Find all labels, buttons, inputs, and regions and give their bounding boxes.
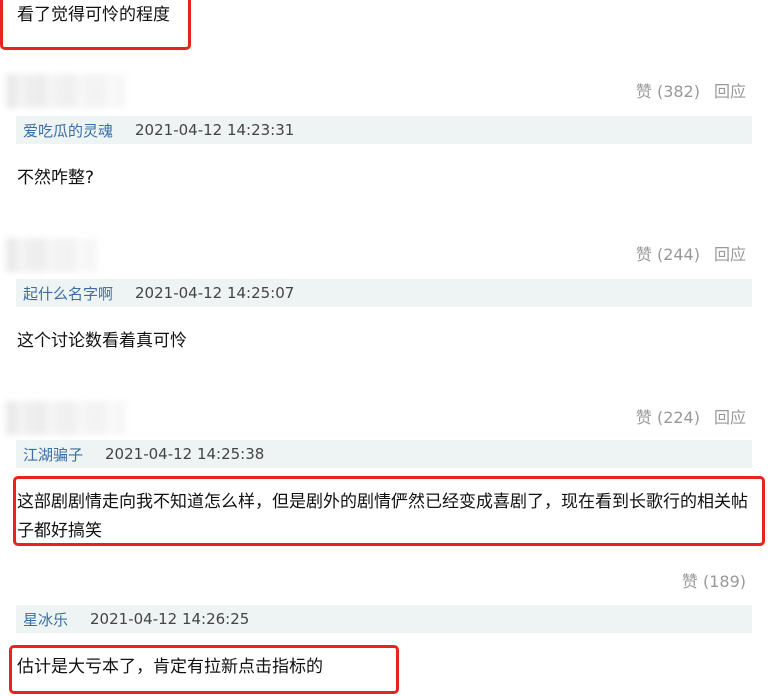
reply-button[interactable]: 回应 <box>714 245 746 265</box>
comment-text: 不然咋整? <box>17 168 95 188</box>
comment-actions: 赞 (189) <box>682 572 746 592</box>
blurred-avatar <box>6 401 126 435</box>
comment-actions: 赞 (382) 回应 <box>636 82 746 102</box>
comment-timestamp: 2021-04-12 14:25:07 <box>135 284 295 302</box>
highlight-box <box>0 0 191 50</box>
blurred-avatar <box>6 74 126 108</box>
comment-meta-bar: 起什么名字啊 2021-04-12 14:25:07 <box>16 279 752 307</box>
like-button[interactable]: 赞 (382) <box>636 82 700 102</box>
comment-actions: 赞 (244) 回应 <box>636 245 746 265</box>
highlight-box <box>13 476 765 546</box>
reply-button[interactable]: 回应 <box>714 408 746 428</box>
like-button[interactable]: 赞 (244) <box>636 245 700 265</box>
comment-text: 这个讨论数看着真可怜 <box>17 331 187 351</box>
comment-username[interactable]: 起什么名字啊 <box>23 283 113 304</box>
comment-timestamp: 2021-04-12 14:25:38 <box>105 445 265 463</box>
comment-meta-bar: 星冰乐 2021-04-12 14:26:25 <box>16 605 752 633</box>
comment-timestamp: 2021-04-12 14:26:25 <box>90 610 250 628</box>
comment-meta-bar: 江湖骗子 2021-04-12 14:25:38 <box>16 440 752 468</box>
comment-username[interactable]: 江湖骗子 <box>23 444 83 465</box>
comment-timestamp: 2021-04-12 14:23:31 <box>135 121 295 139</box>
highlight-box <box>9 645 399 694</box>
comment-meta-bar: 爱吃瓜的灵魂 2021-04-12 14:23:31 <box>16 116 752 144</box>
comment-username[interactable]: 星冰乐 <box>23 609 68 630</box>
like-button[interactable]: 赞 (224) <box>636 408 700 428</box>
reply-button[interactable]: 回应 <box>714 82 746 102</box>
comment-actions: 赞 (224) 回应 <box>636 408 746 428</box>
like-button[interactable]: 赞 (189) <box>682 572 746 592</box>
blurred-avatar <box>6 238 98 272</box>
comment-username[interactable]: 爱吃瓜的灵魂 <box>23 120 113 141</box>
